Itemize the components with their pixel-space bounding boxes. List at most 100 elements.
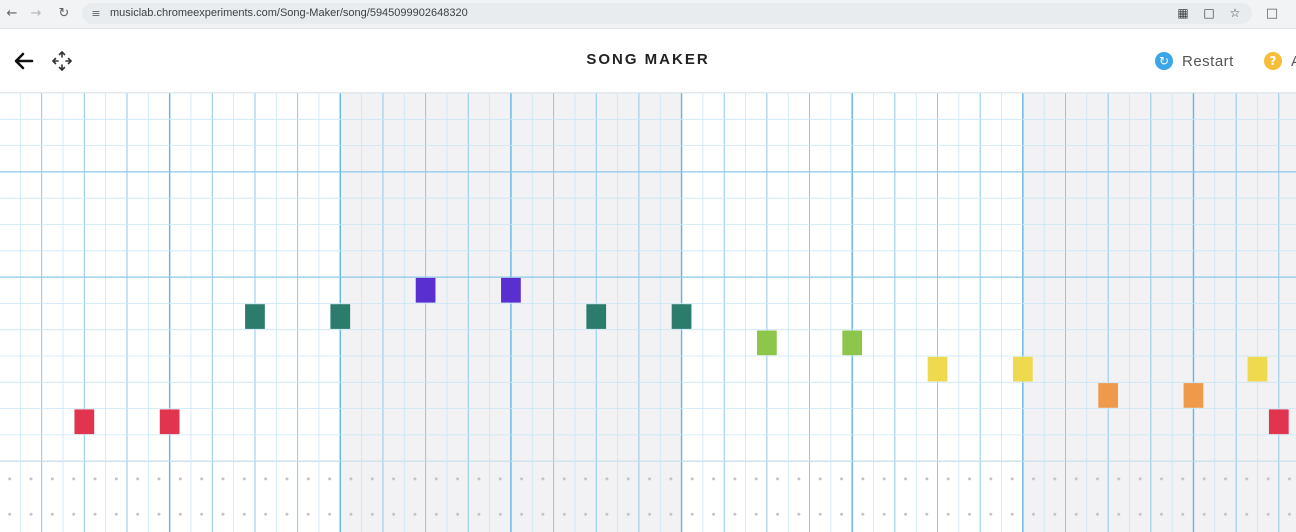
percussion-cell-dot — [1245, 512, 1249, 516]
percussion-cell-dot — [754, 512, 758, 516]
percussion-cell-dot — [1287, 477, 1291, 481]
about-button[interactable]: ? A — [1264, 49, 1296, 73]
percussion-cell-dot — [946, 512, 950, 516]
site-info-icon[interactable]: ≡ — [88, 3, 104, 24]
percussion-cell-dot — [733, 512, 737, 516]
percussion-cell-dot — [306, 477, 310, 481]
translate-icon[interactable]: □ — [1200, 3, 1218, 24]
percussion-cell-dot — [370, 512, 374, 516]
percussion-cell-dot — [264, 512, 268, 516]
percussion-cell-dot — [29, 512, 33, 516]
reader-mode-icon[interactable]: ▦ — [1174, 3, 1192, 24]
percussion-cell-dot — [221, 512, 225, 516]
percussion-cell-dot — [1095, 477, 1099, 481]
percussion-cell-dot — [776, 477, 780, 481]
percussion-cell-dot — [200, 477, 204, 481]
percussion-cell-dot — [392, 512, 396, 516]
help-icon: ? — [1264, 52, 1282, 70]
percussion-cell-dot — [1223, 477, 1227, 481]
percussion-cell-dot — [904, 477, 908, 481]
percussion-cell-dot — [93, 477, 97, 481]
percussion-cell-dot — [541, 512, 545, 516]
note-block — [1012, 356, 1033, 382]
percussion-cell-dot — [818, 477, 822, 481]
percussion-cell-dot — [114, 477, 118, 481]
percussion-cell-dot — [1032, 477, 1036, 481]
percussion-cell-dot — [498, 512, 502, 516]
percussion-cell-dot — [754, 477, 758, 481]
percussion-cell-dot — [50, 512, 54, 516]
percussion-cell-dot — [349, 477, 353, 481]
percussion-cell-dot — [605, 512, 609, 516]
percussion-cell-dot — [690, 512, 694, 516]
song-grid[interactable] — [0, 93, 1296, 532]
percussion-cell-dot — [1074, 477, 1078, 481]
percussion-cell-dot — [1117, 477, 1121, 481]
percussion-cell-dot — [200, 512, 204, 516]
percussion-cell-dot — [93, 512, 97, 516]
percussion-cell-dot — [861, 477, 865, 481]
percussion-cell-dot — [477, 512, 481, 516]
percussion-cell-dot — [776, 512, 780, 516]
note-block — [74, 409, 95, 435]
percussion-cell-dot — [1053, 477, 1057, 481]
percussion-cell-dot — [1181, 512, 1185, 516]
percussion-cell-dot — [1223, 512, 1227, 516]
percussion-cell-dot — [989, 477, 993, 481]
reload-icon[interactable]: ↻ — [54, 4, 74, 24]
percussion-cell-dot — [285, 512, 289, 516]
percussion-cell-dot — [562, 477, 566, 481]
percussion-cell-dot — [136, 512, 140, 516]
percussion-cell-dot — [8, 477, 12, 481]
percussion-cell-dot — [946, 477, 950, 481]
percussion-cell-dot — [328, 512, 332, 516]
percussion-cell-dot — [434, 512, 438, 516]
restart-label: Restart — [1182, 52, 1234, 70]
percussion-cell-dot — [1032, 512, 1036, 516]
percussion-cell-dot — [712, 477, 716, 481]
percussion-cell-dot — [498, 477, 502, 481]
percussion-cell-dot — [413, 477, 417, 481]
percussion-cell-dot — [72, 477, 76, 481]
url-text[interactable]: musiclab.chromeexperiments.com/Song-Make… — [110, 3, 468, 24]
percussion-cell-dot — [925, 512, 929, 516]
restart-button[interactable]: ↻ Restart — [1155, 49, 1234, 73]
percussion-cell-dot — [840, 512, 844, 516]
note-block — [1268, 409, 1289, 435]
percussion-cell-dot — [349, 512, 353, 516]
restart-icon: ↻ — [1155, 52, 1173, 70]
page-title: SONG MAKER — [586, 51, 710, 68]
back-arrow-icon[interactable]: ← — [2, 4, 22, 24]
browser-toolbar: ← → ↻ ≡ musiclab.chromeexperiments.com/S… — [0, 0, 1296, 29]
percussion-cell-dot — [242, 477, 246, 481]
percussion-cell-dot — [882, 477, 886, 481]
grid-canvas[interactable] — [0, 93, 1296, 532]
percussion-cell-dot — [1117, 512, 1121, 516]
percussion-cell-dot — [968, 477, 972, 481]
percussion-cell-dot — [178, 512, 182, 516]
percussion-cell-dot — [562, 512, 566, 516]
note-block — [671, 304, 692, 329]
percussion-cell-dot — [520, 512, 524, 516]
percussion-cell-dot — [584, 477, 588, 481]
percussion-cell-dot — [904, 512, 908, 516]
address-bar[interactable]: ≡ musiclab.chromeexperiments.com/Song-Ma… — [82, 3, 1252, 24]
percussion-cell-dot — [1266, 477, 1270, 481]
percussion-cell-dot — [1138, 512, 1142, 516]
percussion-cell-dot — [840, 477, 844, 481]
percussion-cell-dot — [669, 477, 673, 481]
percussion-cell-dot — [1159, 477, 1163, 481]
percussion-cell-dot — [669, 512, 673, 516]
percussion-cell-dot — [1159, 512, 1163, 516]
forward-arrow-icon[interactable]: → — [26, 4, 46, 24]
percussion-cell-dot — [413, 512, 417, 516]
percussion-cell-dot — [242, 512, 246, 516]
percussion-cell-dot — [434, 477, 438, 481]
bookmark-star-icon[interactable]: ☆ — [1226, 3, 1244, 24]
percussion-cell-dot — [370, 477, 374, 481]
extensions-icon[interactable]: □ — [1262, 4, 1282, 24]
note-block — [757, 330, 777, 356]
note-block — [842, 330, 863, 356]
percussion-cell-dot — [456, 477, 460, 481]
percussion-cell-dot — [1010, 512, 1014, 516]
